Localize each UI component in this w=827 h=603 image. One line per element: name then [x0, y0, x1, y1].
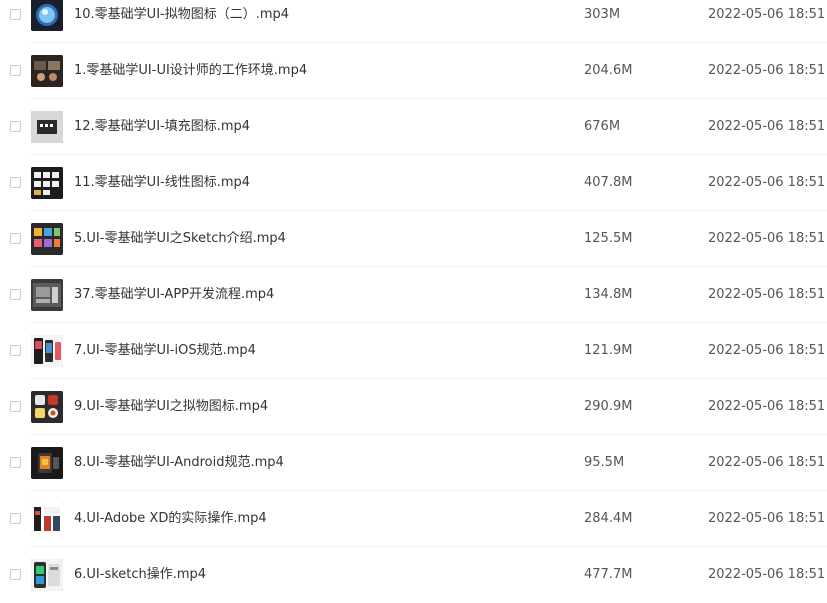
row-checkbox[interactable] [10, 233, 21, 244]
file-row[interactable]: 12.零基础学UI-填充图标.mp4 676M 2022-05-06 18:51 [0, 99, 827, 155]
video-thumbnail-icon[interactable] [31, 447, 63, 479]
row-checkbox[interactable] [10, 569, 21, 580]
file-modified-date: 2022-05-06 18:51 [708, 231, 826, 246]
file-modified-date: 2022-05-06 18:51 [708, 399, 826, 414]
file-size: 125.5M [584, 231, 633, 246]
file-row[interactable]: 4.UI-Adobe XD的实际操作.mp4 284.4M 2022-05-06… [0, 491, 827, 547]
file-modified-date: 2022-05-06 18:51 [708, 567, 826, 582]
file-size: 284.4M [584, 511, 633, 526]
video-thumbnail-icon[interactable] [31, 391, 63, 423]
file-size: 204.6M [584, 63, 633, 78]
file-size: 477.7M [584, 567, 633, 582]
file-name[interactable]: 7.UI-零基础学UI-iOS规范.mp4 [74, 340, 256, 362]
file-row[interactable]: 1.零基础学UI-UI设计师的工作环境.mp4 204.6M 2022-05-0… [0, 43, 827, 99]
row-checkbox[interactable] [10, 345, 21, 356]
row-checkbox[interactable] [10, 177, 21, 188]
video-thumbnail-icon[interactable] [31, 167, 63, 199]
row-checkbox[interactable] [10, 121, 21, 132]
file-name[interactable]: 1.零基础学UI-UI设计师的工作环境.mp4 [74, 60, 307, 82]
file-row[interactable]: 6.UI-sketch操作.mp4 477.7M 2022-05-06 18:5… [0, 547, 827, 603]
file-size: 290.9M [584, 399, 633, 414]
row-checkbox[interactable] [10, 289, 21, 300]
file-name[interactable]: 5.UI-零基础学UI之Sketch介绍.mp4 [74, 228, 286, 250]
video-thumbnail-icon[interactable] [31, 223, 63, 255]
video-thumbnail-icon[interactable] [31, 559, 63, 591]
file-size: 95.5M [584, 455, 625, 470]
row-checkbox[interactable] [10, 457, 21, 468]
file-modified-date: 2022-05-06 18:51 [708, 511, 826, 526]
video-thumbnail-icon[interactable] [31, 335, 63, 367]
file-row[interactable]: 9.UI-零基础学UI之拟物图标.mp4 290.9M 2022-05-06 1… [0, 379, 827, 435]
file-name[interactable]: 4.UI-Adobe XD的实际操作.mp4 [74, 508, 267, 530]
row-checkbox[interactable] [10, 65, 21, 76]
file-size: 407.8M [584, 175, 633, 190]
file-modified-date: 2022-05-06 18:51 [708, 287, 826, 302]
file-name[interactable]: 8.UI-零基础学UI-Android规范.mp4 [74, 452, 284, 474]
file-size: 121.9M [584, 343, 633, 358]
file-modified-date: 2022-05-06 18:51 [708, 63, 826, 78]
video-thumbnail-icon[interactable] [31, 279, 63, 311]
file-name[interactable]: 10.零基础学UI-拟物图标（二）.mp4 [74, 4, 289, 26]
file-modified-date: 2022-05-06 18:51 [708, 7, 826, 22]
row-checkbox[interactable] [10, 401, 21, 412]
video-thumbnail-icon[interactable] [31, 111, 63, 143]
file-size: 134.8M [584, 287, 633, 302]
row-checkbox[interactable] [10, 9, 21, 20]
file-row[interactable]: 8.UI-零基础学UI-Android规范.mp4 95.5M 2022-05-… [0, 435, 827, 491]
file-row[interactable]: 10.零基础学UI-拟物图标（二）.mp4 303M 2022-05-06 18… [0, 0, 827, 43]
file-modified-date: 2022-05-06 18:51 [708, 343, 826, 358]
file-name[interactable]: 6.UI-sketch操作.mp4 [74, 564, 206, 586]
file-size: 676M [584, 119, 621, 134]
file-name[interactable]: 11.零基础学UI-线性图标.mp4 [74, 172, 250, 194]
file-row[interactable]: 37.零基础学UI-APP开发流程.mp4 134.8M 2022-05-06 … [0, 267, 827, 323]
file-name[interactable]: 12.零基础学UI-填充图标.mp4 [74, 116, 250, 138]
video-thumbnail-icon[interactable] [31, 503, 63, 535]
file-modified-date: 2022-05-06 18:51 [708, 175, 826, 190]
file-list: 10.零基础学UI-拟物图标（二）.mp4 303M 2022-05-06 18… [0, 0, 827, 603]
file-row[interactable]: 11.零基础学UI-线性图标.mp4 407.8M 2022-05-06 18:… [0, 155, 827, 211]
video-thumbnail-icon[interactable] [31, 55, 63, 87]
file-modified-date: 2022-05-06 18:51 [708, 119, 826, 134]
file-name[interactable]: 9.UI-零基础学UI之拟物图标.mp4 [74, 396, 268, 418]
row-checkbox[interactable] [10, 513, 21, 524]
video-thumbnail-icon[interactable] [31, 0, 63, 31]
file-row[interactable]: 7.UI-零基础学UI-iOS规范.mp4 121.9M 2022-05-06 … [0, 323, 827, 379]
file-row[interactable]: 5.UI-零基础学UI之Sketch介绍.mp4 125.5M 2022-05-… [0, 211, 827, 267]
file-size: 303M [584, 7, 621, 22]
file-name[interactable]: 37.零基础学UI-APP开发流程.mp4 [74, 284, 274, 306]
file-modified-date: 2022-05-06 18:51 [708, 455, 826, 470]
